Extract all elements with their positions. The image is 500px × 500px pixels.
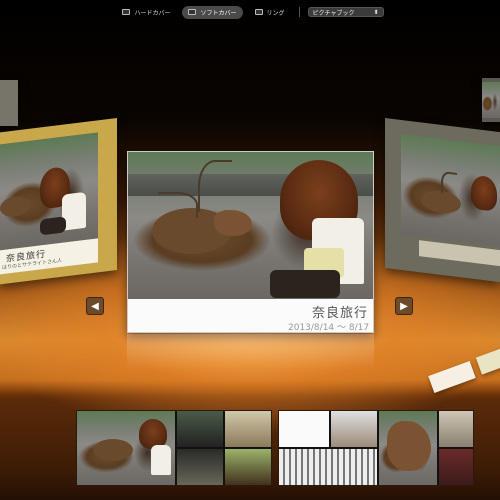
- page-photo: [439, 449, 473, 485]
- soft-cover-icon: [188, 9, 197, 15]
- arrow-right-icon: ▶: [400, 300, 408, 312]
- hard-cover-toggle[interactable]: ハードカバー: [116, 6, 176, 19]
- page-photo: [331, 411, 377, 447]
- girl-image: [471, 174, 497, 212]
- left-book[interactable]: 奈良旅行 はりのとサテライトさん人: [0, 118, 117, 285]
- soft-cover-label: ソフトカバー: [200, 9, 237, 17]
- page-photo: [279, 449, 377, 485]
- hard-cover-label: ハードカバー: [134, 9, 171, 17]
- previous-book-button[interactable]: ◀: [86, 297, 104, 315]
- page-photo: [225, 411, 271, 447]
- page-spread-preview-2[interactable]: [278, 410, 474, 486]
- select-arrows-icon: ⬍: [373, 8, 379, 16]
- page-photo: [379, 411, 437, 485]
- far-right-book[interactable]: [482, 78, 500, 122]
- page-photo: [439, 411, 473, 447]
- page-photo: [77, 411, 175, 485]
- right-book[interactable]: [385, 118, 500, 283]
- page-photo: [177, 411, 223, 447]
- book-cover-photo: [128, 152, 373, 299]
- page-spread-preview-1[interactable]: [76, 410, 272, 486]
- book-title: 奈良旅行: [312, 306, 369, 321]
- next-book-button[interactable]: ▶: [395, 297, 413, 315]
- far-left-book[interactable]: [0, 80, 18, 126]
- book-cover-photo: [482, 82, 500, 118]
- book-reflection: [127, 334, 374, 370]
- ring-icon: [254, 9, 263, 15]
- page-photo: [225, 449, 271, 485]
- selected-book[interactable]: 奈良旅行 2013/8/14 ～ 8/17: [127, 151, 374, 333]
- theme-select[interactable]: ピクチャブック ⬍: [307, 7, 384, 17]
- arrow-left-icon: ◀: [91, 300, 99, 312]
- hard-cover-icon: [122, 9, 131, 15]
- toolbar-divider: [298, 7, 300, 17]
- cover-type-toolbar: ハードカバー ソフトカバー リング ピクチャブック ⬍: [0, 4, 500, 20]
- deer-image: [0, 194, 30, 219]
- book-cover-photo: [401, 133, 500, 247]
- book-cover-photo: [0, 132, 98, 251]
- ring-toggle[interactable]: リング: [249, 6, 291, 19]
- theme-select-value: ピクチャブック: [312, 9, 355, 17]
- soft-cover-toggle[interactable]: ソフトカバー: [182, 5, 243, 19]
- page-photo: [177, 449, 223, 485]
- book-dates: 2013/8/14 ～ 8/17: [288, 323, 370, 333]
- page-blank: [279, 411, 329, 447]
- ring-label: リング: [266, 9, 285, 17]
